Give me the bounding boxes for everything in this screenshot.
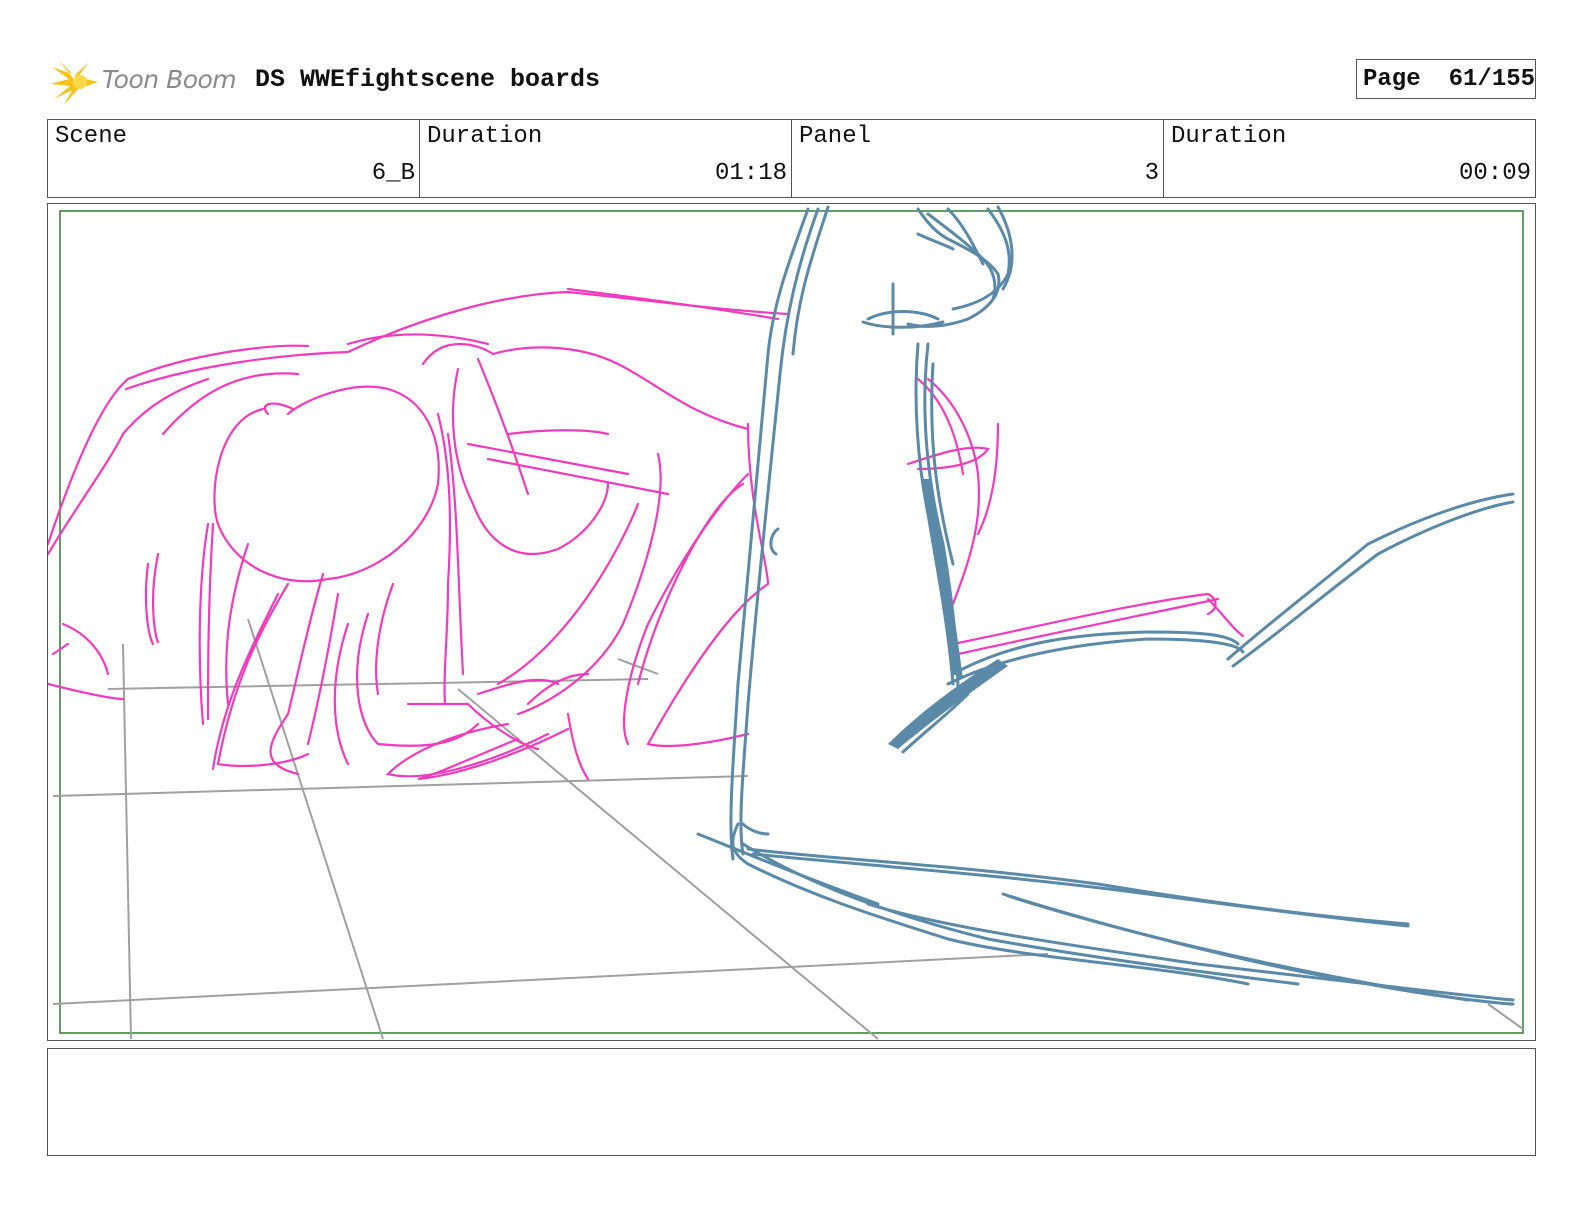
sketch-drawing	[48, 205, 1524, 1040]
panel-duration-cell: Duration 00:09	[1164, 120, 1535, 197]
storyboard-panel-image	[47, 203, 1536, 1041]
storyboard-header: Toon Boom DS WWEfightscene boards Page 6…	[50, 55, 1536, 105]
page-indicator: Page 61/155	[1356, 59, 1536, 99]
scene-duration-label: Duration	[427, 123, 543, 150]
scene-value: 6_B	[371, 160, 415, 187]
scene-duration-value: 01:18	[714, 160, 787, 187]
document-title: DS WWEfightscene boards	[255, 65, 601, 94]
panel-value: 3	[1144, 160, 1159, 187]
panel-label: Panel	[799, 123, 872, 150]
panel-duration-value: 00:09	[1458, 160, 1531, 187]
blue-character-sketch	[696, 205, 1515, 1006]
scene-duration-cell: Duration 01:18	[420, 120, 792, 197]
scene-cell: Scene 6_B	[48, 120, 420, 197]
toon-boom-logo: Toon Boom	[50, 55, 240, 105]
panel-notes-box	[47, 1048, 1536, 1156]
pink-character-sketch	[48, 287, 1245, 781]
panel-duration-label: Duration	[1171, 123, 1287, 150]
panel-info-table: Scene 6_B Duration 01:18 Panel 3 Duratio…	[47, 119, 1536, 198]
panel-cell: Panel 3	[792, 120, 1164, 197]
page-label: Page	[1363, 65, 1421, 93]
safe-frame	[59, 210, 1524, 1034]
blue-shadow-strokes	[888, 479, 1008, 749]
logo-wordmark: Toon Boom	[102, 65, 237, 94]
starburst-logo-icon	[50, 59, 98, 105]
page-number: 61/155	[1448, 65, 1536, 93]
scene-label: Scene	[55, 123, 128, 150]
